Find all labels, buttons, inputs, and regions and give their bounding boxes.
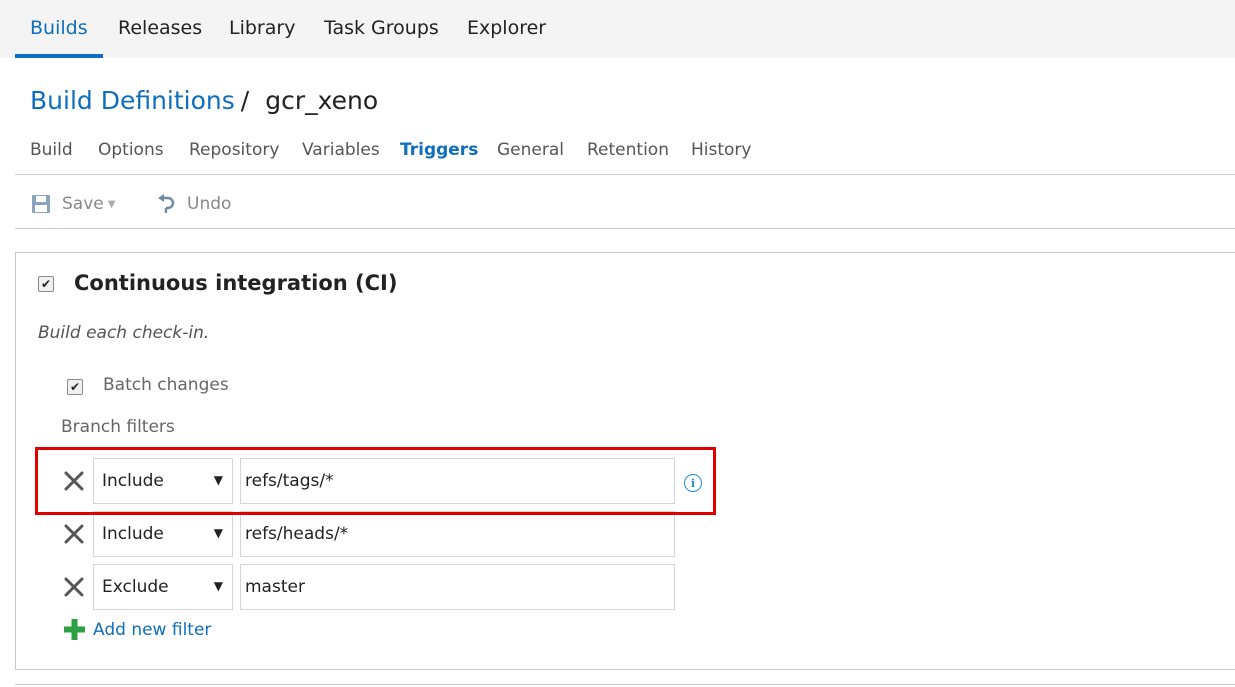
toolbar-divider <box>15 228 1235 229</box>
filter-branch-value: master <box>245 577 305 597</box>
close-icon <box>64 471 84 491</box>
tab-triggers[interactable]: Triggers <box>400 140 478 160</box>
remove-filter-button[interactable] <box>63 576 85 598</box>
undo-label: Undo <box>187 194 232 214</box>
breadcrumb-separator: / <box>240 86 250 115</box>
filter-type-select[interactable]: Include ▼ <box>93 458 233 504</box>
tab-task-groups[interactable]: Task Groups <box>324 17 439 39</box>
checkmark-icon: ✔ <box>69 380 81 394</box>
tab-general[interactable]: General <box>497 140 564 160</box>
ci-checkbox[interactable]: ✔ <box>38 276 54 292</box>
breadcrumb-build-definitions[interactable]: Build Definitions <box>30 86 235 115</box>
filter-branch-value: refs/tags/* <box>245 471 334 491</box>
info-icon[interactable]: i <box>684 474 702 492</box>
batch-changes-label: Batch changes <box>103 375 229 395</box>
page-title: gcr_xeno <box>265 86 379 115</box>
tab-releases[interactable]: Releases <box>118 17 202 39</box>
filter-branch-input[interactable]: master <box>240 564 675 610</box>
floppy-disk-icon <box>32 195 50 213</box>
dropdown-arrow-icon: ▼ <box>213 473 223 487</box>
filter-type-select[interactable]: Exclude ▼ <box>93 564 233 610</box>
tab-history[interactable]: History <box>691 140 751 160</box>
filter-branch-value: refs/heads/* <box>245 524 349 544</box>
batch-changes-checkbox[interactable]: ✔ <box>67 379 83 395</box>
ci-description: Build each check-in. <box>38 323 210 343</box>
top-nav: Builds Releases Library Task Groups Expl… <box>0 0 1235 58</box>
chevron-down-icon[interactable]: ▼ <box>108 199 116 210</box>
tab-builds[interactable]: Builds <box>30 17 88 39</box>
plus-icon <box>64 619 85 640</box>
tab-library[interactable]: Library <box>229 17 295 39</box>
definition-tabs: Build Options Repository Variables Trigg… <box>0 140 1235 175</box>
checkmark-icon: ✔ <box>40 277 52 291</box>
tab-repository[interactable]: Repository <box>189 140 279 160</box>
panel-bottom-divider <box>15 684 1235 685</box>
add-filter-button[interactable]: Add new filter <box>64 619 211 640</box>
remove-filter-button[interactable] <box>63 523 85 545</box>
tab-retention[interactable]: Retention <box>587 140 669 160</box>
close-icon <box>64 577 84 597</box>
dropdown-arrow-icon: ▼ <box>213 579 223 593</box>
save-label: Save <box>62 194 104 214</box>
filter-type-select[interactable]: Include ▼ <box>93 511 233 557</box>
tabs-divider <box>15 174 1235 175</box>
tab-options[interactable]: Options <box>98 140 164 160</box>
tab-explorer[interactable]: Explorer <box>467 17 546 39</box>
active-tab-indicator <box>15 54 103 58</box>
ci-title: Continuous integration (CI) <box>74 271 398 295</box>
undo-button[interactable]: Undo <box>157 192 231 216</box>
filter-branch-input[interactable]: refs/heads/* <box>240 511 675 557</box>
filter-type-value: Include <box>102 524 164 544</box>
breadcrumb: Build Definitions / gcr_xeno <box>30 86 378 115</box>
add-filter-label: Add new filter <box>93 619 212 640</box>
filter-type-value: Include <box>102 471 164 491</box>
filter-branch-input[interactable]: refs/tags/* <box>240 458 675 504</box>
save-button[interactable]: Save ▼ <box>32 192 115 216</box>
tab-variables[interactable]: Variables <box>302 140 380 160</box>
remove-filter-button[interactable] <box>63 470 85 492</box>
filter-type-value: Exclude <box>102 577 169 597</box>
tab-build[interactable]: Build <box>30 140 73 160</box>
branch-filters-label: Branch filters <box>61 417 175 437</box>
dropdown-arrow-icon: ▼ <box>213 526 223 540</box>
close-icon <box>64 524 84 544</box>
undo-arrow-icon <box>157 194 177 214</box>
